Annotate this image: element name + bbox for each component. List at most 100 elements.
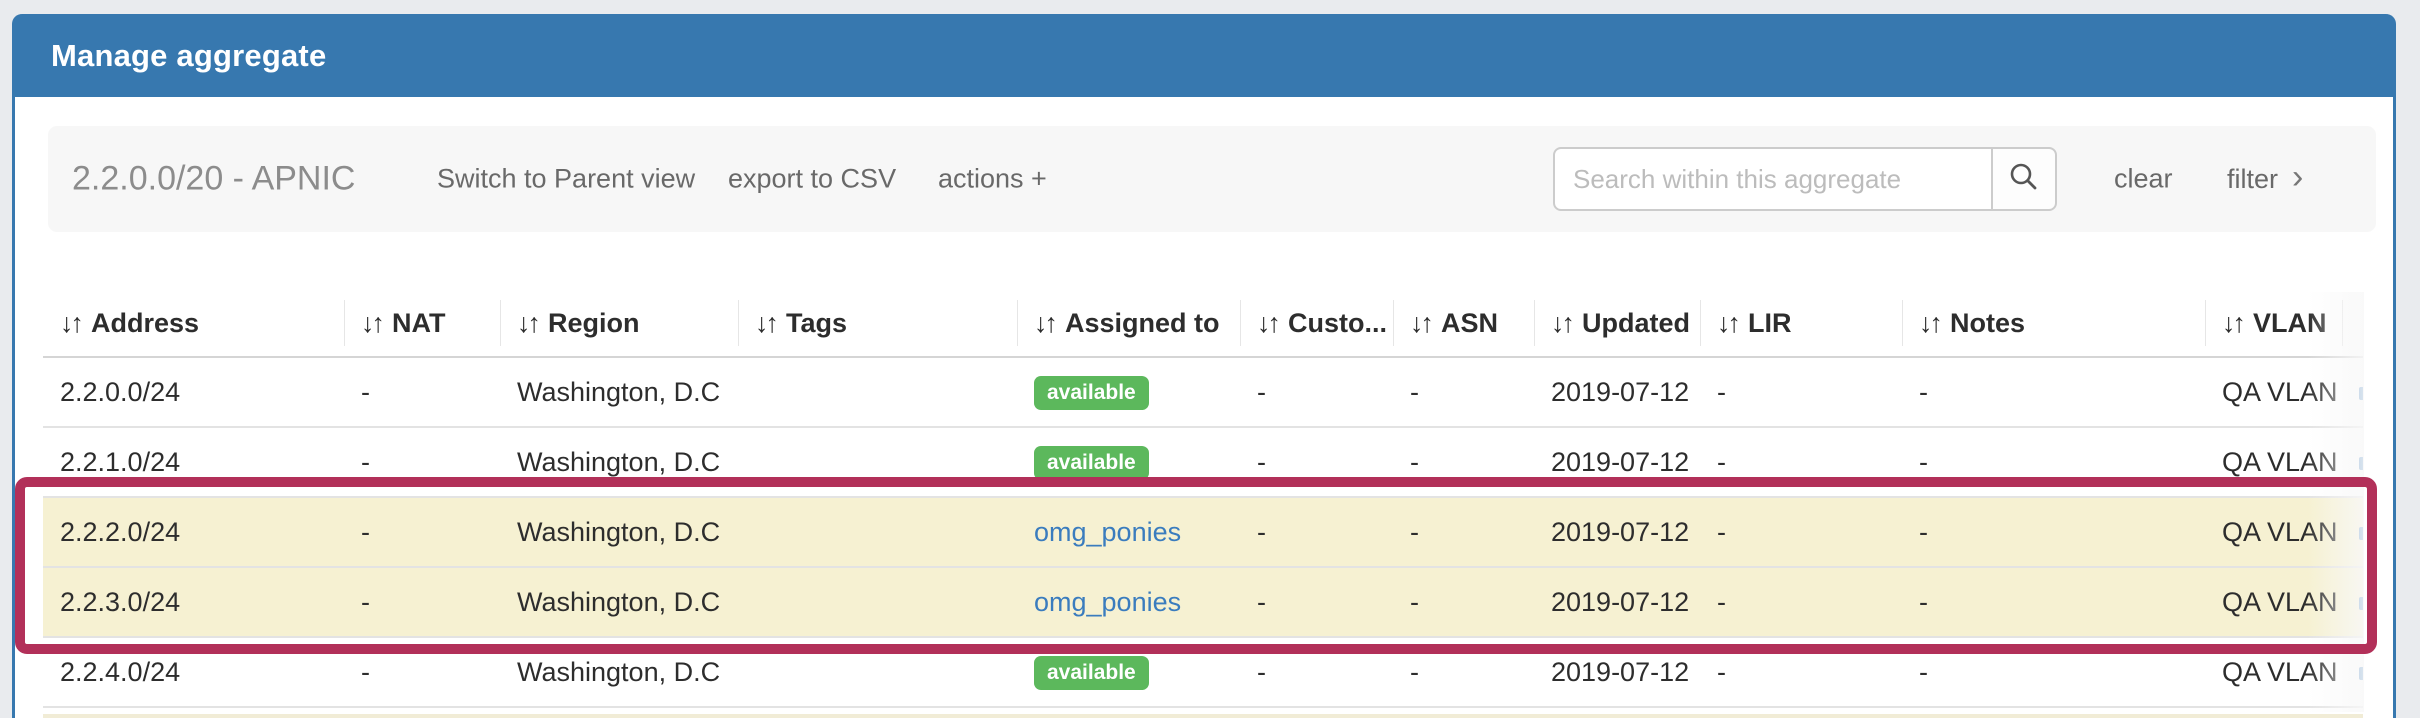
column-header-tags[interactable]: ↓↑ Tags: [738, 290, 1017, 357]
cell-nat: -: [344, 427, 500, 497]
cell-clipped: [2342, 637, 2363, 707]
sort-icon: ↓↑: [755, 308, 776, 338]
cell-updated: 2019-07-12: [1534, 427, 1700, 497]
column-header-region[interactable]: ↓↑ Region: [500, 290, 738, 357]
sort-icon: ↓↑: [2222, 308, 2243, 338]
assigned-to-link[interactable]: omg_ponies: [1034, 587, 1181, 617]
cell-assigned-to: available: [1017, 427, 1240, 497]
cell-lir: -: [1700, 427, 1902, 497]
column-header-label: Updated: [1582, 308, 1690, 338]
cell-lir: -: [1700, 357, 1902, 427]
sort-icon: ↓↑: [517, 308, 538, 338]
table-row-2-2-0-0-24[interactable]: 2.2.0.0/24-Washington, D.Cavailable--201…: [43, 357, 2363, 427]
status-badge: available: [1034, 446, 1149, 480]
column-header-label: NAT: [392, 308, 446, 338]
modal-header: Manage aggregate: [15, 14, 2393, 97]
column-header-asn[interactable]: ↓↑ASN: [1393, 290, 1534, 357]
cell-vlan: QA VLAN: [2205, 497, 2342, 567]
column-header-label: Address: [91, 308, 199, 338]
cell-nat: -: [344, 357, 500, 427]
clear-button[interactable]: clear: [2114, 164, 2173, 195]
cell-vlan: QA VLAN: [2205, 567, 2342, 637]
cell-assigned-to: available: [1017, 637, 1240, 707]
toolbar: 2.2.0.0/20 - APNIC Switch to Parent view…: [48, 126, 2376, 232]
clipped-link-sliver: [2359, 527, 2363, 540]
cell-nat: -: [344, 497, 500, 567]
cell-customer: -: [1240, 567, 1393, 637]
cell-assigned-to: available: [1017, 357, 1240, 427]
cell-updated: 2019-07-12: [1534, 637, 1700, 707]
cell-region: Washington, D.C: [500, 357, 738, 427]
table-row-2-2-3-0-24[interactable]: 2.2.3.0/24-Washington, D.Comg_ponies--20…: [43, 567, 2363, 637]
table-row-2-2-2-0-24[interactable]: 2.2.2.0/24-Washington, D.Comg_ponies--20…: [43, 497, 2363, 567]
column-header-label: ASN: [1441, 308, 1498, 338]
column-header-assigned-to[interactable]: ↓↑Assigned to: [1017, 290, 1240, 357]
column-header-label: VLAN: [2253, 308, 2327, 338]
cell-vlan: QA VLAN: [2205, 357, 2342, 427]
manage-aggregate-modal: Manage aggregate 2.2.0.0/20 - APNIC Swit…: [12, 14, 2396, 718]
table-row-2-2-1-0-24[interactable]: 2.2.1.0/24-Washington, D.Cavailable--201…: [43, 427, 2363, 497]
filter-button[interactable]: filter ›: [2227, 162, 2303, 196]
search-button[interactable]: [1991, 147, 2057, 211]
actions-menu-button[interactable]: actions +: [938, 164, 1047, 195]
cell-clipped: [2342, 497, 2363, 567]
column-header-custo[interactable]: ↓↑ Custo...: [1240, 290, 1393, 357]
cell-address: 2.2.4.0/24: [43, 637, 344, 707]
cell-customer: -: [1240, 497, 1393, 567]
column-header-label: Custo...: [1288, 308, 1387, 338]
cell-notes: -: [1902, 637, 2205, 707]
column-header-clipped: [2342, 290, 2363, 357]
cell-address: 2.2.1.0/24: [43, 427, 344, 497]
column-header-vlan[interactable]: ↓↑ VLAN: [2205, 290, 2342, 357]
cell-tags: [738, 637, 1017, 707]
cell-clipped: [2342, 567, 2363, 637]
cell-assigned-to: omg_ponies: [1017, 497, 1240, 567]
column-header-lir[interactable]: ↓↑LIR: [1700, 290, 1902, 357]
cell-vlan: QA VLAN: [2205, 427, 2342, 497]
magnifier-icon: [2007, 160, 2041, 199]
cell-customer: -: [1240, 427, 1393, 497]
sort-icon: ↓↑: [60, 308, 81, 338]
cell-region: Washington, D.C: [500, 637, 738, 707]
assigned-to-link[interactable]: omg_ponies: [1034, 517, 1181, 547]
column-header-nat[interactable]: ↓↑NAT: [344, 290, 500, 357]
column-header-label: Tags: [786, 308, 847, 338]
cell-tags: [738, 357, 1017, 427]
table-header-row: ↓↑Address↓↑NAT↓↑Region↓↑Tags↓↑Assigned t…: [43, 290, 2363, 357]
cell-notes: -: [1902, 427, 2205, 497]
cell-asn: -: [1393, 567, 1534, 637]
column-header-address[interactable]: ↓↑ Address: [43, 290, 344, 357]
clipped-link-sliver: [2359, 667, 2363, 680]
cell-address: 2.2.0.0/24: [43, 357, 344, 427]
cell-asn: -: [1393, 497, 1534, 567]
cell-asn: -: [1393, 357, 1534, 427]
cell-vlan: QA VLAN: [2205, 637, 2342, 707]
clipped-link-sliver: [2359, 457, 2363, 470]
switch-to-parent-view-button[interactable]: Switch to Parent view: [437, 164, 695, 195]
cell-tags: [738, 497, 1017, 567]
export-to-csv-button[interactable]: export to CSV: [728, 164, 896, 195]
column-header-label: Notes: [1950, 308, 2025, 338]
table-row-2-2-4-0-24[interactable]: 2.2.4.0/24-Washington, D.Cavailable--201…: [43, 637, 2363, 707]
search-input[interactable]: [1553, 147, 1993, 211]
column-header-notes[interactable]: ↓↑ Notes: [1902, 290, 2205, 357]
cell-customer: -: [1240, 637, 1393, 707]
sort-icon: ↓↑: [1257, 308, 1278, 338]
modal-title: Manage aggregate: [51, 38, 326, 74]
cell-tags: [738, 427, 1017, 497]
cell-notes: -: [1902, 497, 2205, 567]
cell-updated: 2019-07-12: [1534, 567, 1700, 637]
chevron-right-icon: ›: [2292, 160, 2303, 194]
column-header-updated[interactable]: ↓↑Updated: [1534, 290, 1700, 357]
column-header-label: Region: [548, 308, 640, 338]
search-group: [1553, 147, 2057, 211]
page: { "modal": { "title": "Manage aggregate"…: [0, 0, 2420, 718]
cell-notes: -: [1902, 567, 2205, 637]
cell-address: 2.2.2.0/24: [43, 497, 344, 567]
sort-icon: ↓↑: [1919, 308, 1940, 338]
cell-clipped: [2342, 357, 2363, 427]
sort-icon: ↓↑: [1717, 308, 1738, 338]
clipped-link-sliver: [2359, 387, 2363, 400]
aggregate-label: 2.2.0.0/20 - APNIC: [72, 160, 356, 199]
cell-notes: -: [1902, 357, 2205, 427]
